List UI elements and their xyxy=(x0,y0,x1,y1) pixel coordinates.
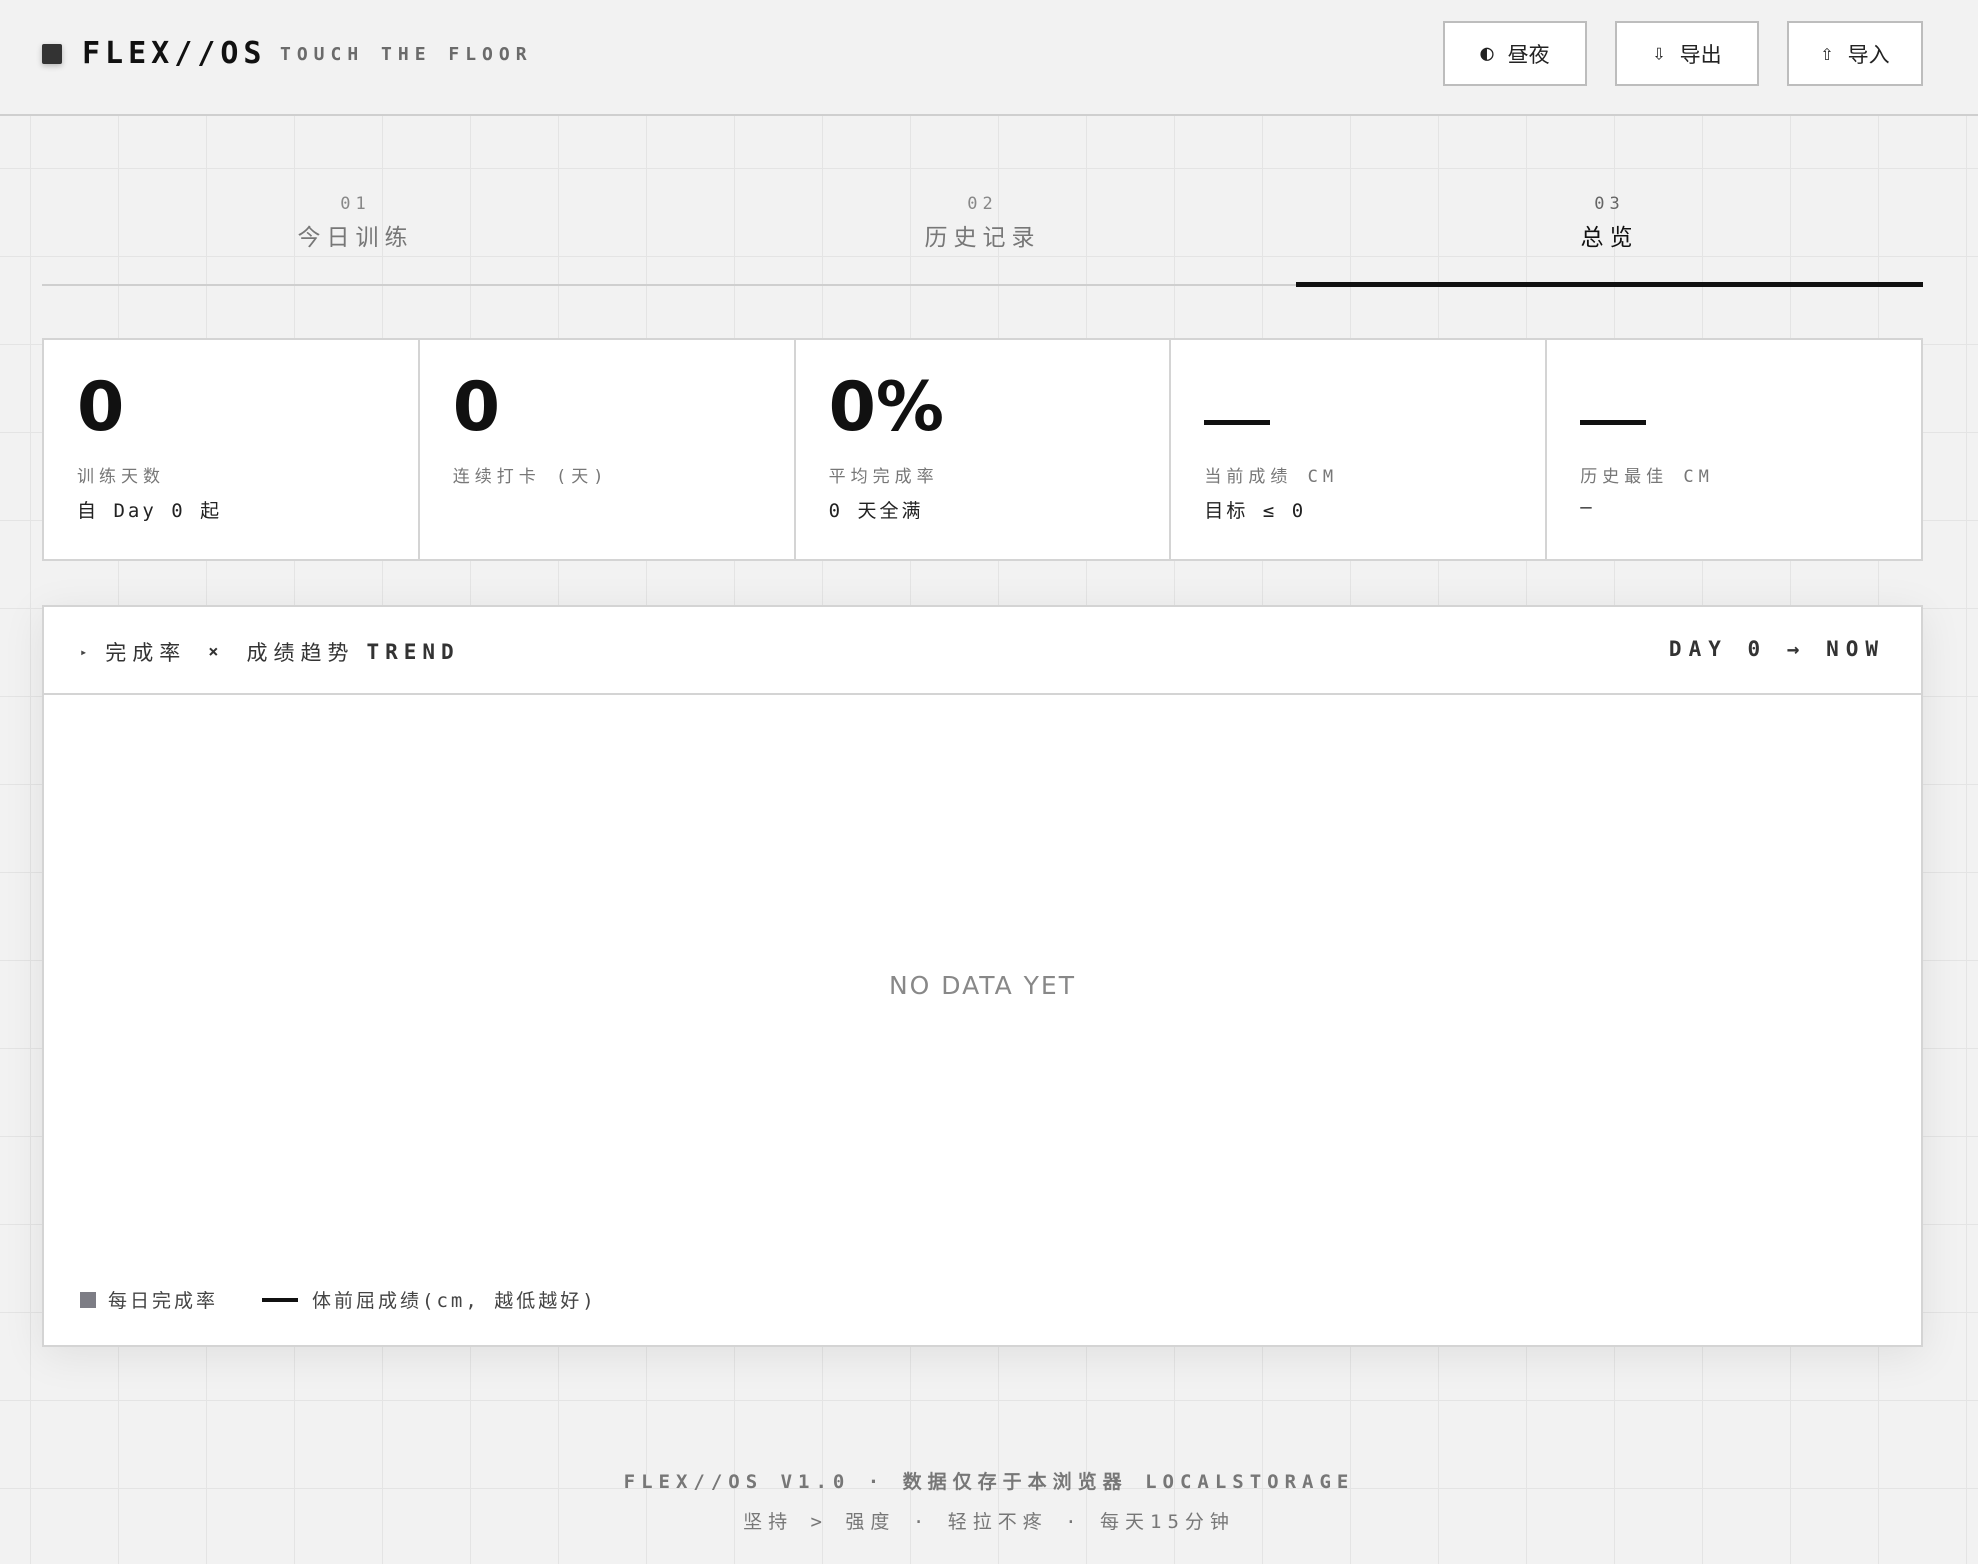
tab-label: 历史记录 xyxy=(924,225,1041,251)
line-swatch-icon xyxy=(262,1297,299,1302)
triangle-right-icon: ▸ xyxy=(80,645,94,659)
main-tabs: 01 今日训练 02 历史记录 03 总览 xyxy=(42,170,1923,287)
stat-value: 0 xyxy=(452,368,501,447)
legend-line-label: 体前屈成绩(cm, 越低越好) xyxy=(312,1290,597,1312)
footer-info: FLEX//OS V1.0 · 数据仅存于本浏览器 LOCALSTORAGE xyxy=(623,1471,1355,1493)
daynight-toggle-button[interactable]: ◐ 昼夜 xyxy=(1443,21,1587,86)
stat-sub: 0 天全满 xyxy=(828,500,924,522)
export-button[interactable]: ⇩ 导出 xyxy=(1615,21,1759,86)
tab-number: 01 xyxy=(340,194,371,214)
stat-training-days: 0 训练天数 自 Day 0 起 xyxy=(44,340,420,559)
stat-sub: — xyxy=(1580,496,1595,518)
stat-sub: 目标 ≤ 0 xyxy=(1204,500,1307,522)
times-icon: × xyxy=(208,642,225,662)
stat-label: 当前成绩 CM xyxy=(1204,467,1339,487)
chart-title: ▸ 完成率 × 成绩趋势 TREND xyxy=(80,637,460,667)
tab-history[interactable]: 02 历史记录 xyxy=(669,170,1296,284)
chart-area: NO DATA YET 每日完成率 体前屈成绩(cm, 越低越好) xyxy=(44,695,1921,1345)
arrow-down-icon: ⇩ xyxy=(1652,41,1666,66)
tab-overview[interactable]: 03 总览 xyxy=(1296,170,1923,287)
chart-title-completion: 完成率 xyxy=(105,641,187,665)
stat-best-score: 历史最佳 CM — xyxy=(1547,340,1921,559)
tab-number: 03 xyxy=(1594,194,1625,214)
half-circle-icon: ◐ xyxy=(1480,41,1494,66)
empty-value-dash xyxy=(1204,420,1271,425)
footer-motto: 坚持 > 强度 · 轻拉不疼 · 每天15分钟 xyxy=(743,1511,1235,1533)
chart-title-trend: 成绩趋势 xyxy=(246,641,355,665)
stats-row: 0 训练天数 自 Day 0 起 0 连续打卡 (天) 0% 平均完成率 0 天… xyxy=(42,338,1923,561)
trend-chart-panel: ▸ 完成率 × 成绩趋势 TREND DAY 0 → NOW NO DATA Y… xyxy=(42,605,1923,1347)
export-label: 导出 xyxy=(1679,42,1722,67)
chart-header: ▸ 完成率 × 成绩趋势 TREND DAY 0 → NOW xyxy=(44,607,1921,695)
chart-legend: 每日完成率 体前屈成绩(cm, 越低越好) xyxy=(80,1286,597,1313)
stat-current-score: 当前成绩 CM 目标 ≤ 0 xyxy=(1171,340,1548,559)
stat-value: 0 xyxy=(77,368,125,447)
chart-title-en: TREND xyxy=(366,640,460,664)
import-label: 导入 xyxy=(1847,42,1890,67)
tab-number: 02 xyxy=(967,194,998,214)
legend-bar-label: 每日完成率 xyxy=(108,1290,219,1312)
import-button[interactable]: ⇧ 导入 xyxy=(1787,21,1923,86)
stat-avg-completion: 0% 平均完成率 0 天全满 xyxy=(796,340,1172,559)
arrow-up-icon: ⇧ xyxy=(1820,41,1834,66)
stat-label: 平均完成率 xyxy=(828,467,939,487)
app-logo: FLEX//OS xyxy=(82,36,267,71)
app-header: FLEX//OS TOUCH THE FLOOR ◐ 昼夜 ⇩ 导出 ⇧ 导入 xyxy=(0,0,1978,116)
stat-label: 历史最佳 CM xyxy=(1580,467,1714,487)
tab-today-training[interactable]: 01 今日训练 xyxy=(42,170,669,284)
stat-label: 连续打卡 (天) xyxy=(452,467,609,487)
stat-streak: 0 连续打卡 (天) xyxy=(420,340,796,559)
stat-value: 0% xyxy=(828,368,945,447)
stat-sub: 自 Day 0 起 xyxy=(77,500,223,522)
stat-label: 训练天数 xyxy=(77,467,165,487)
app-tagline: TOUCH THE FLOOR xyxy=(280,44,533,65)
tab-label: 今日训练 xyxy=(297,225,414,251)
chart-range: DAY 0 → NOW xyxy=(1668,637,1885,661)
daynight-label: 昼夜 xyxy=(1507,42,1550,67)
empty-value-dash xyxy=(1580,420,1647,425)
empty-state-text: NO DATA YET xyxy=(888,971,1076,1000)
tab-label: 总览 xyxy=(1580,225,1639,251)
bar-swatch-icon xyxy=(80,1291,96,1308)
logo-square-icon xyxy=(42,44,62,64)
